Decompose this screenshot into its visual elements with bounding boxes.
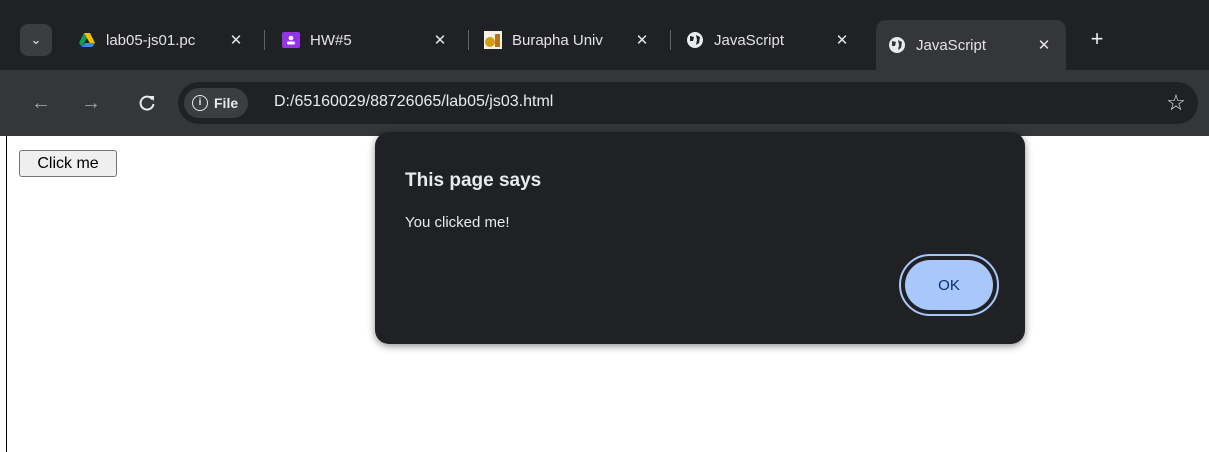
tab-title: Burapha Univ (512, 31, 603, 49)
tab-close-icon[interactable]: ✕ (430, 31, 450, 49)
tab-burapha[interactable]: Burapha Univ ✕ (472, 20, 664, 60)
tab-separator (264, 30, 265, 50)
tab-separator (670, 30, 671, 50)
tab-search-button[interactable]: ⌄ (20, 24, 52, 56)
tab-close-icon[interactable]: ✕ (1034, 36, 1054, 54)
globe-icon (888, 36, 906, 54)
tab-javascript-active[interactable]: JavaScript ✕ (876, 20, 1066, 70)
reload-icon[interactable] (134, 90, 160, 116)
tab-strip: ⌄ lab05-js01.pc ✕ HW#5 ✕ Burapha Univ ✕ … (0, 0, 1209, 70)
tab-title: JavaScript (714, 31, 785, 49)
tab-separator (468, 30, 469, 50)
info-icon: i (192, 95, 208, 111)
dialog-title: This page says (405, 170, 542, 191)
globe-icon (686, 31, 704, 49)
tab-title: JavaScript (916, 36, 987, 54)
address-bar[interactable]: i File D:/65160029/88726065/lab05/js03.h… (178, 82, 1198, 124)
click-me-button[interactable]: Click me (19, 150, 117, 177)
alert-dialog: This page says You clicked me! OK (375, 132, 1025, 344)
site-info-label: File (214, 95, 239, 111)
window-edge (6, 136, 7, 452)
forward-arrow-icon[interactable]: → (78, 90, 104, 116)
tab-close-icon[interactable]: ✕ (632, 31, 652, 49)
tab-lab05-js01[interactable]: lab05-js01.pc ✕ (66, 20, 258, 60)
tab-title: HW#5 (310, 31, 352, 49)
google-drive-icon (78, 31, 96, 49)
tab-close-icon[interactable]: ✕ (226, 31, 246, 49)
ok-focus-ring: OK (899, 254, 999, 316)
tab-hw5[interactable]: HW#5 ✕ (270, 20, 462, 60)
url-text[interactable]: D:/65160029/88726065/lab05/js03.html (274, 93, 553, 111)
new-tab-button[interactable]: + (1086, 28, 1108, 50)
burapha-logo-icon (484, 31, 502, 49)
tab-close-icon[interactable]: ✕ (832, 31, 852, 49)
tab-javascript-1[interactable]: JavaScript ✕ (674, 20, 864, 60)
ok-button[interactable]: OK (905, 260, 993, 310)
browser-toolbar: ← → i File D:/65160029/88726065/lab05/js… (0, 70, 1209, 136)
chevron-down-icon: ⌄ (30, 32, 42, 47)
tab-title: lab05-js01.pc (106, 31, 196, 49)
bookmark-star-icon[interactable]: ☆ (1164, 91, 1188, 115)
classroom-icon (282, 31, 300, 49)
dialog-message: You clicked me! (405, 214, 510, 231)
site-info-chip[interactable]: i File (184, 88, 249, 118)
back-arrow-icon[interactable]: ← (28, 90, 54, 116)
